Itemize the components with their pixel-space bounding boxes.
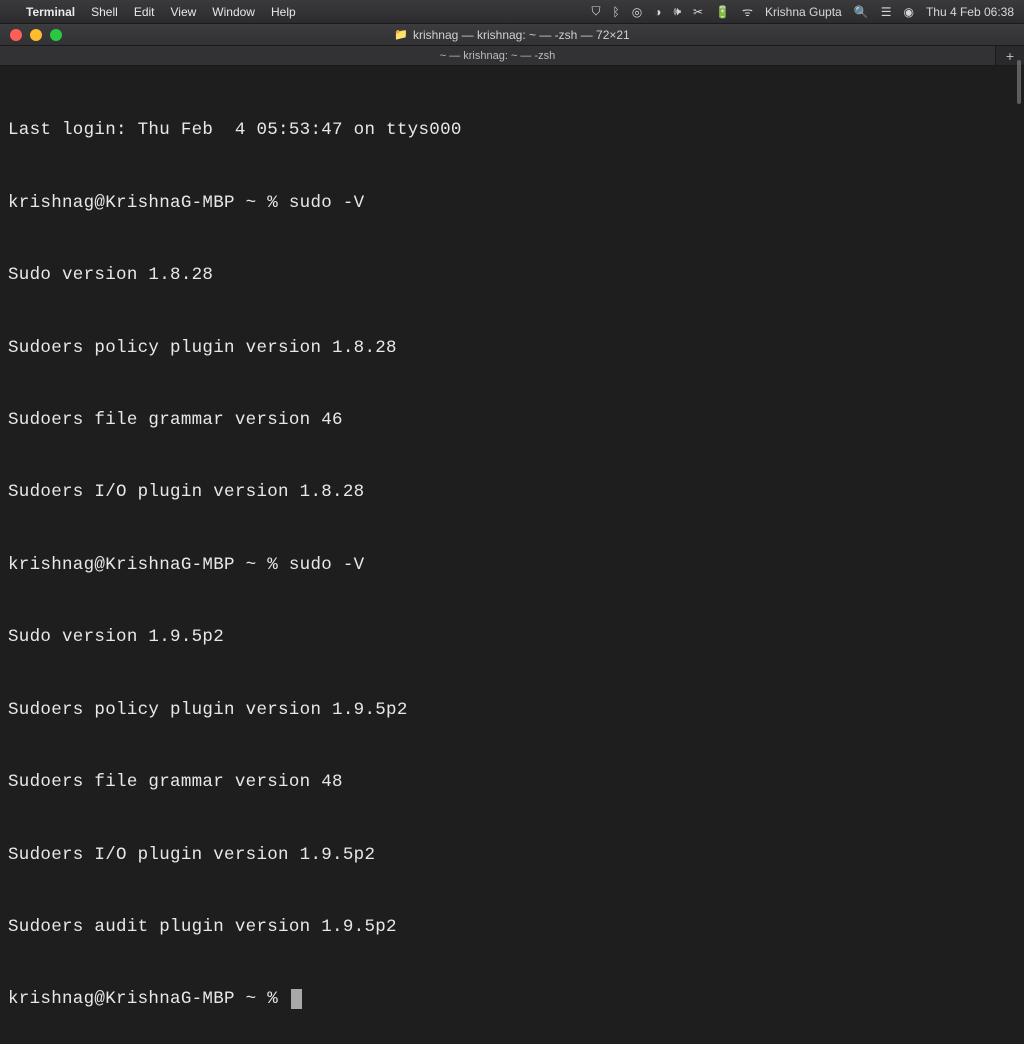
moon-icon[interactable]: ◑ [654, 5, 661, 19]
user-name[interactable]: Krishna Gupta [765, 5, 842, 19]
tab-label: ~ — krishnag: ~ — -zsh [440, 50, 556, 62]
menubar-left: Terminal Shell Edit View Window Help [10, 5, 296, 19]
shield-icon[interactable]: ⛉ [592, 4, 601, 19]
window-title: 📁 krishnag — krishnag: ~ — -zsh — 72×21 [0, 28, 1024, 42]
terminal-line: Sudoers policy plugin version 1.9.5p2 [8, 698, 1016, 722]
battery-icon[interactable]: 🔋 [715, 5, 730, 19]
terminal-line: Sudoers policy plugin version 1.8.28 [8, 336, 1016, 360]
siri-icon[interactable]: ◉ [903, 5, 913, 19]
clock[interactable]: Thu 4 Feb 06:38 [926, 5, 1014, 19]
cursor [291, 989, 302, 1009]
sync-icon[interactable]: ◎ [632, 5, 642, 19]
window-title-text: krishnag — krishnag: ~ — -zsh — 72×21 [413, 28, 630, 42]
terminal-line: Sudo version 1.8.28 [8, 263, 1016, 287]
terminal-line: Sudoers I/O plugin version 1.9.5p2 [8, 843, 1016, 867]
fullscreen-button[interactable] [50, 29, 62, 41]
terminal-tab[interactable]: ~ — krishnag: ~ — -zsh [0, 46, 996, 65]
menu-view[interactable]: View [171, 5, 197, 19]
terminal-line: Sudo version 1.9.5p2 [8, 625, 1016, 649]
window-titlebar[interactable]: 📁 krishnag — krishnag: ~ — -zsh — 72×21 [0, 24, 1024, 46]
scrollbar-thumb[interactable] [1017, 60, 1021, 104]
app-menu[interactable]: Terminal [26, 5, 75, 19]
control-center-icon[interactable]: ☰ [881, 5, 892, 19]
macos-menubar: Terminal Shell Edit View Window Help ⛉ ᛒ… [0, 0, 1024, 24]
terminal-content[interactable]: Last login: Thu Feb 4 05:53:47 on ttys00… [0, 66, 1024, 1044]
terminal-line: krishnag@KrishnaG-MBP ~ % sudo -V [8, 553, 1016, 577]
minimize-button[interactable] [30, 29, 42, 41]
wifi-icon[interactable]: ᯤ [742, 3, 753, 20]
terminal-prompt-line: krishnag@KrishnaG-MBP ~ % [8, 987, 1016, 1011]
spotlight-icon[interactable]: 🔍 [854, 5, 869, 19]
menu-shell[interactable]: Shell [91, 5, 118, 19]
bluetooth-icon[interactable]: ᛒ [613, 5, 620, 19]
menubar-right: ⛉ ᛒ ◎ ◑ 🕪 ✂ 🔋 ᯤ Krishna Gupta 🔍 ☰ ◉ Thu … [592, 3, 1014, 20]
terminal-line: Sudoers I/O plugin version 1.8.28 [8, 480, 1016, 504]
menu-window[interactable]: Window [212, 5, 255, 19]
terminal-line: krishnag@KrishnaG-MBP ~ % sudo -V [8, 191, 1016, 215]
close-button[interactable] [10, 29, 22, 41]
terminal-line: Sudoers audit plugin version 1.9.5p2 [8, 915, 1016, 939]
tab-bar: ~ — krishnag: ~ — -zsh + [0, 46, 1024, 66]
volume-icon[interactable]: 🕪 [673, 4, 681, 19]
terminal-line: Sudoers file grammar version 48 [8, 770, 1016, 794]
scissors-icon[interactable]: ✂ [693, 5, 703, 19]
terminal-line: Sudoers file grammar version 46 [8, 408, 1016, 432]
folder-icon: 📁 [394, 28, 408, 41]
menu-edit[interactable]: Edit [134, 5, 155, 19]
prompt: krishnag@KrishnaG-MBP ~ % [8, 989, 289, 1009]
menu-help[interactable]: Help [271, 5, 296, 19]
terminal-line: Last login: Thu Feb 4 05:53:47 on ttys00… [8, 118, 1016, 142]
traffic-lights [0, 29, 62, 41]
